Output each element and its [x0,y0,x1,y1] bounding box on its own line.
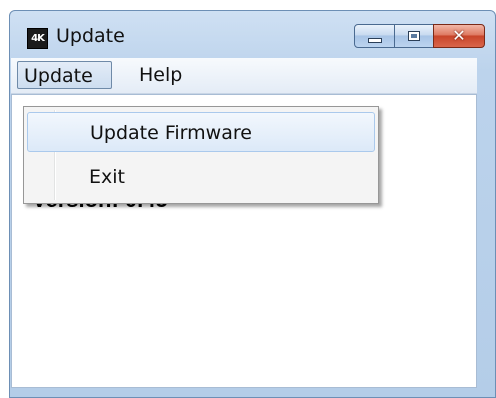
maximize-button[interactable] [395,24,433,48]
minimize-icon [367,37,382,43]
maximize-icon [408,31,420,41]
menu-update[interactable]: Update [17,61,112,89]
app-logo-icon: 4K [27,28,48,49]
caption-buttons: ✕ [354,24,485,50]
menu-item-exit[interactable]: Exit [27,157,375,197]
menu-item-label: Update Firmware [90,122,252,144]
menu-bar: Update Help [11,58,477,94]
minimize-button[interactable] [354,24,395,48]
menu-item-label: Exit [89,166,125,188]
window-title: Update [56,25,125,47]
close-icon: ✕ [452,26,466,45]
menu-help[interactable]: Help [133,61,188,89]
update-dropdown-menu: Update Firmware Exit [23,106,379,204]
close-button[interactable]: ✕ [433,24,485,48]
screen: 4K Update ✕ Update Help Version: 0.45 Up [0,0,496,398]
menu-item-update-firmware[interactable]: Update Firmware [27,112,375,152]
